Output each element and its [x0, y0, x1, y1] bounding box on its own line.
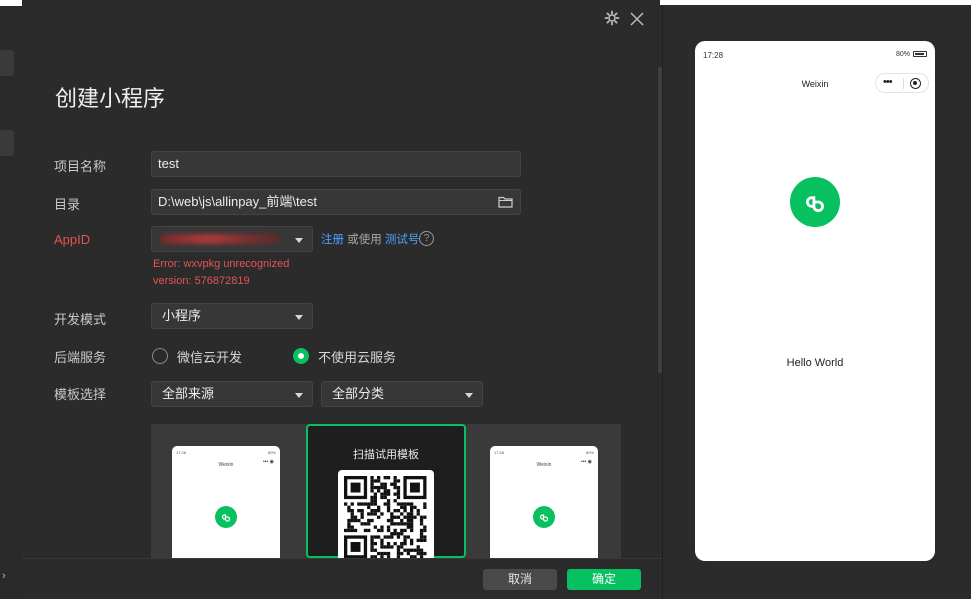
- project-name-input[interactable]: test: [151, 151, 521, 177]
- dialog-footer: [22, 558, 662, 599]
- chevron-down-icon: [295, 393, 303, 398]
- phone-time: 17:28: [703, 51, 724, 60]
- hello-world-text: Hello World: [786, 357, 844, 369]
- radio-label: 微信云开发: [177, 350, 243, 365]
- appid-select[interactable]: [151, 226, 313, 252]
- appid-redacted-value: [160, 234, 280, 244]
- help-icon[interactable]: ?: [419, 231, 434, 246]
- capsule-menu-icon: ••• ◉: [580, 459, 592, 465]
- template-source-value: 全部来源: [162, 386, 215, 401]
- dev-mode-label: 开发模式: [54, 312, 107, 327]
- appid-error-line1: Error: wxvpkg unrecognized: [153, 258, 290, 270]
- dev-mode-value: 小程序: [162, 308, 202, 323]
- scan-template-label: 扫描试用模板: [353, 449, 419, 461]
- appid-links: 注册 或使用 测试号: [321, 231, 419, 247]
- background-sidebar: ›: [0, 0, 22, 599]
- capsule-menu[interactable]: •••: [875, 73, 929, 93]
- qr-code: [338, 470, 434, 558]
- template-label: 模板选择: [54, 387, 107, 402]
- dialog-title: 创建小程序: [55, 86, 166, 111]
- radio-wechat-cloud[interactable]: 微信云开发: [152, 347, 262, 365]
- directory-value: D:\web\js\allinpay_前端\test: [158, 194, 317, 209]
- project-name-value: test: [158, 156, 179, 171]
- card-time: 17:28: [176, 450, 187, 455]
- miniprogram-logo-icon: [790, 177, 840, 227]
- cancel-button[interactable]: 取消: [483, 569, 557, 590]
- radio-circle-selected: [293, 348, 309, 364]
- close-icon[interactable]: [628, 10, 646, 28]
- radio-circle: [152, 348, 168, 364]
- radio-no-cloud[interactable]: 不使用云服务: [293, 347, 413, 365]
- backend-label: 后端服务: [54, 350, 107, 365]
- template-category-select[interactable]: 全部分类: [321, 381, 483, 407]
- battery-percent: 80%: [895, 51, 910, 58]
- miniprogram-logo-icon: [533, 506, 555, 528]
- template-gallery: 17:28 80% Weixin ••• ◉ 扫描试用模板 17:28 80% …: [151, 424, 621, 558]
- or-use-text: 或使用: [347, 234, 382, 246]
- dev-mode-select[interactable]: 小程序: [151, 303, 313, 329]
- template-category-value: 全部分类: [332, 386, 385, 401]
- sidebar-button[interactable]: [0, 50, 14, 76]
- template-card[interactable]: 17:28 80% Weixin ••• ◉: [172, 446, 280, 558]
- project-name-label: 项目名称: [54, 159, 107, 174]
- template-source-select[interactable]: 全部来源: [151, 381, 313, 407]
- directory-input[interactable]: D:\web\js\allinpay_前端\test: [151, 189, 521, 215]
- chevron-down-icon: [295, 238, 303, 243]
- window-edge: [0, 0, 22, 6]
- capsule-divider: [903, 78, 904, 89]
- appid-error-line2: version: 576872819: [153, 275, 250, 287]
- qr-code-graphic: [344, 476, 427, 558]
- template-card-featured[interactable]: 扫描试用模板: [306, 424, 466, 558]
- phone-simulator: 17:28 80% Weixin ••• Hello World: [695, 41, 935, 561]
- register-link[interactable]: 注册: [321, 234, 344, 246]
- test-account-link[interactable]: 测试号: [385, 234, 420, 246]
- card-battery: 80%: [267, 450, 276, 455]
- battery-icon: [913, 51, 927, 58]
- chevron-down-icon: [465, 393, 473, 398]
- card-time: 17:28: [494, 450, 505, 455]
- simulator-preview-panel: 17:28 80% Weixin ••• Hello World: [662, 5, 971, 599]
- chevron-right-icon[interactable]: ›: [2, 570, 6, 582]
- confirm-button[interactable]: 确定: [567, 569, 641, 590]
- folder-icon[interactable]: [498, 196, 513, 208]
- sidebar-button[interactable]: [0, 130, 14, 156]
- more-icon[interactable]: •••: [883, 76, 893, 88]
- miniprogram-logo-icon: [215, 506, 237, 528]
- appid-label: AppID: [54, 232, 91, 247]
- directory-label: 目录: [54, 197, 81, 212]
- phone-battery: 80%: [896, 51, 927, 58]
- gear-icon[interactable]: [604, 10, 620, 26]
- card-battery: 80%: [585, 450, 594, 455]
- chevron-down-icon: [295, 315, 303, 320]
- template-card[interactable]: 17:28 80% Weixin ••• ◉: [490, 446, 598, 558]
- capsule-menu-icon: ••• ◉: [262, 459, 274, 465]
- radio-label: 不使用云服务: [318, 350, 397, 365]
- create-miniprogram-dialog: 创建小程序 项目名称 test 目录 D:\web\js\allinpay_前端…: [22, 5, 662, 599]
- close-target-icon[interactable]: [910, 78, 921, 89]
